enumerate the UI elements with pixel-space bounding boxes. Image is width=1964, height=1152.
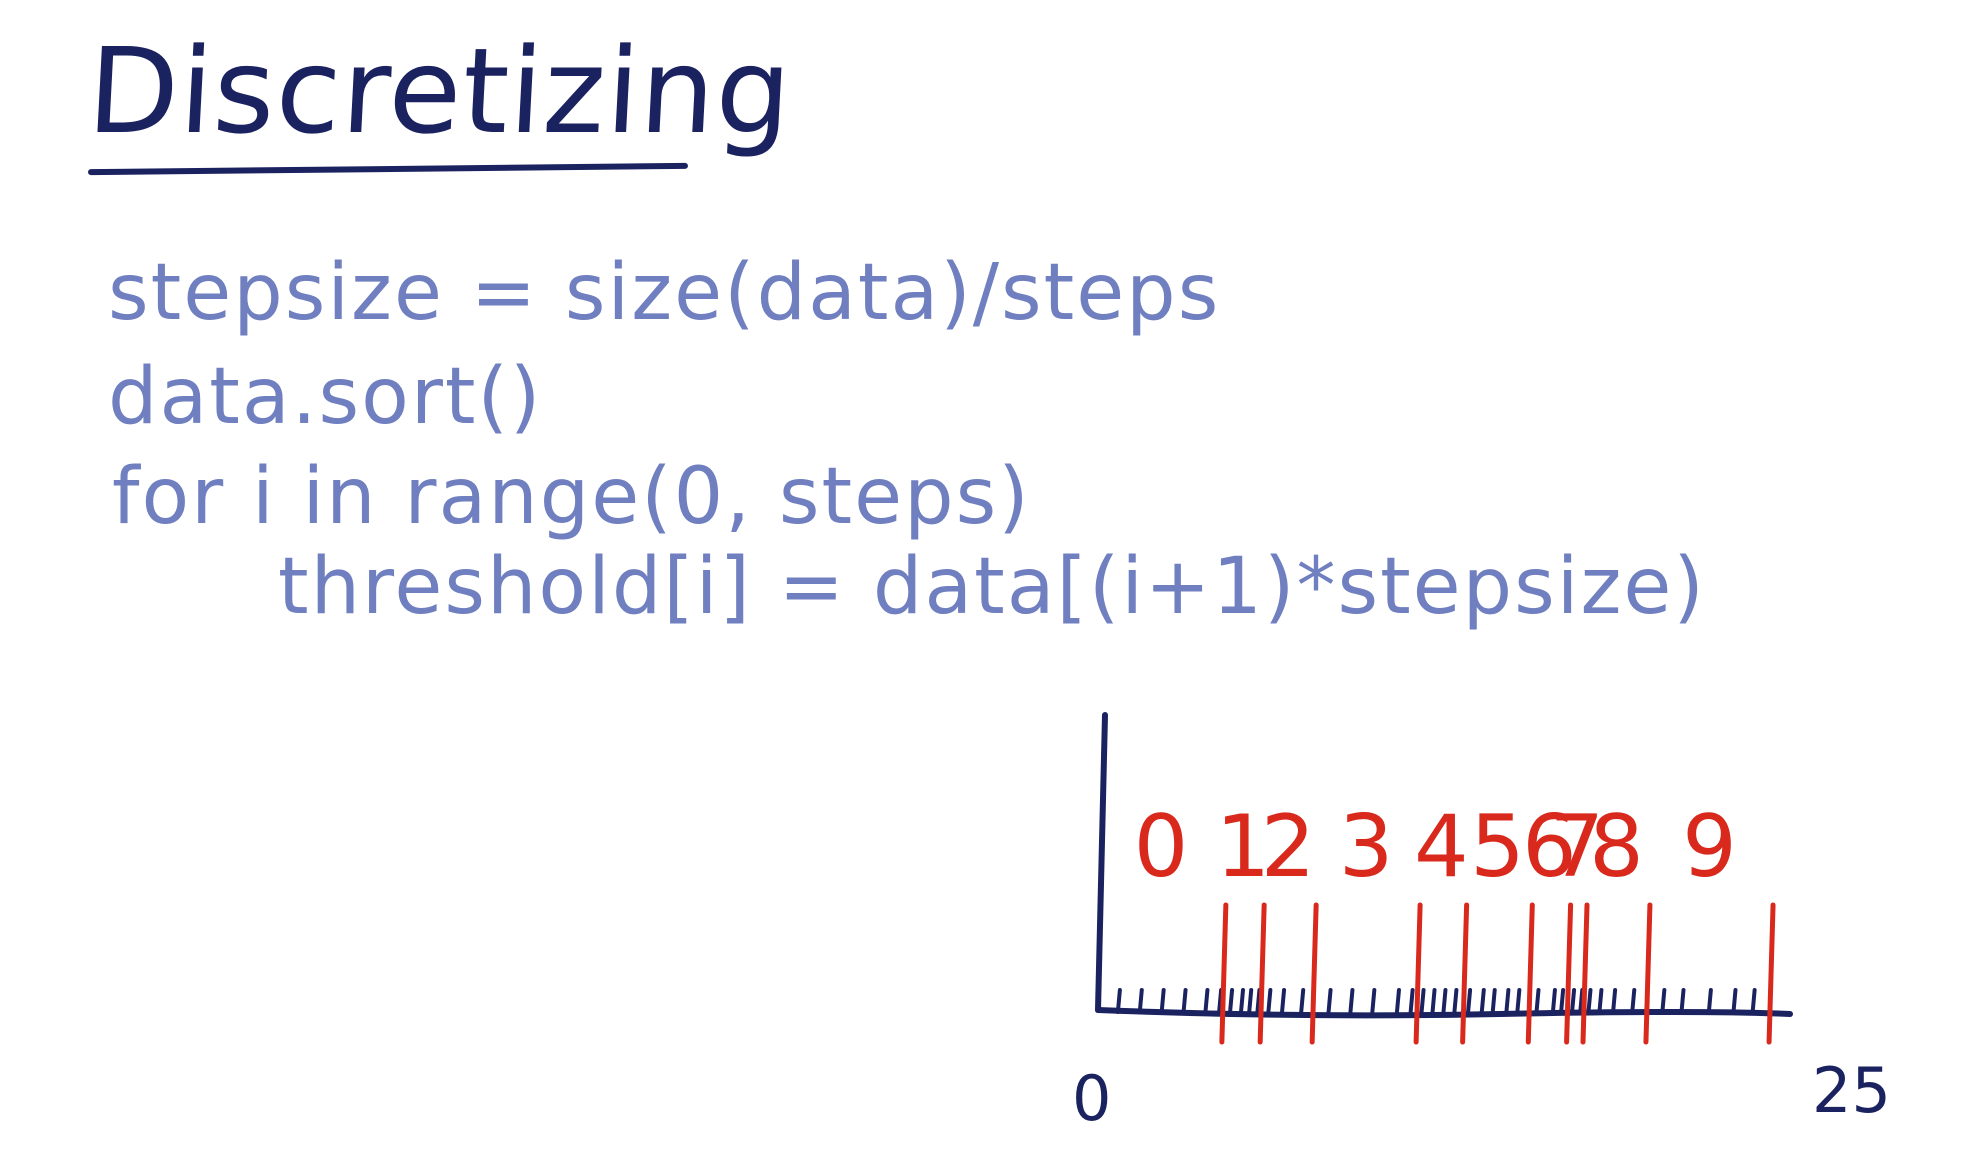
threshold-line [1219, 902, 1229, 1045]
data-point-tick [1479, 988, 1486, 1014]
threshold-lines-group [1219, 902, 1776, 1045]
threshold-line [1413, 902, 1423, 1045]
axis-min-label: 0 [1072, 1062, 1111, 1135]
data-point-tick [1515, 988, 1522, 1014]
bin-label: 5 [1470, 797, 1525, 897]
data-point-tick [1452, 988, 1459, 1014]
whiteboard-canvas: Discretizing stepsize = size(data)/steps… [0, 0, 1964, 1152]
data-point-tick [1181, 988, 1188, 1014]
threshold-line [1309, 902, 1319, 1045]
threshold-line [1525, 902, 1535, 1045]
data-point-tick [1370, 988, 1377, 1014]
data-point-tick [1408, 988, 1415, 1014]
data-point-tick [1394, 988, 1401, 1014]
threshold-line [1460, 902, 1470, 1045]
bin-label: 3 [1339, 797, 1394, 897]
bin-label: 0 [1134, 797, 1189, 897]
data-point-tick [1679, 988, 1686, 1014]
data-point-tick [1115, 988, 1122, 1014]
data-point-tick [1137, 988, 1144, 1014]
bin-labels-group: 0 12 3 4 5678 9 [1134, 797, 1737, 897]
axis-max-label: 25 [1812, 1054, 1891, 1127]
bin-label: 4 [1414, 797, 1469, 897]
data-point-tick [1534, 988, 1541, 1014]
discretization-diagram: 0 12 3 4 5678 9 0 25 [1072, 712, 1891, 1135]
data-point-tick [1326, 988, 1333, 1014]
bin-label: 2 [1261, 797, 1316, 897]
bin-label: 8 [1589, 797, 1644, 897]
data-point-tick [1504, 988, 1511, 1014]
threshold-line [1643, 902, 1653, 1045]
data-point-tick [1750, 988, 1757, 1014]
data-point-tick [1239, 988, 1246, 1014]
data-point-tick [1550, 988, 1557, 1014]
data-point-tick [1611, 988, 1618, 1014]
data-point-tick [1299, 988, 1306, 1014]
data-point-tick [1430, 988, 1437, 1014]
threshold-line [1257, 902, 1267, 1045]
data-point-tick [1586, 988, 1593, 1014]
data-point-tick [1466, 988, 1473, 1014]
data-point-tick [1490, 988, 1497, 1014]
y-axis [1095, 712, 1108, 1013]
data-point-tick [1228, 988, 1235, 1014]
data-point-tick [1706, 988, 1713, 1014]
threshold-line [1564, 902, 1574, 1045]
data-point-tick [1660, 988, 1667, 1014]
data-point-tick [1630, 988, 1637, 1014]
data-point-tick [1441, 988, 1448, 1014]
data-point-tick [1247, 988, 1254, 1014]
data-point-tick [1203, 988, 1210, 1014]
data-ticks-group [1115, 988, 1757, 1014]
data-point-tick [1280, 988, 1287, 1014]
data-point-tick [1419, 988, 1426, 1014]
data-point-tick [1159, 988, 1166, 1014]
data-point-tick [1559, 988, 1566, 1014]
data-point-tick [1597, 988, 1604, 1014]
data-point-tick [1570, 988, 1577, 1014]
threshold-line [1766, 902, 1776, 1045]
data-point-tick [1266, 988, 1273, 1014]
bin-label: 9 [1682, 797, 1737, 897]
data-point-tick [1348, 988, 1355, 1014]
threshold-line [1580, 902, 1590, 1045]
data-point-tick [1731, 988, 1738, 1014]
